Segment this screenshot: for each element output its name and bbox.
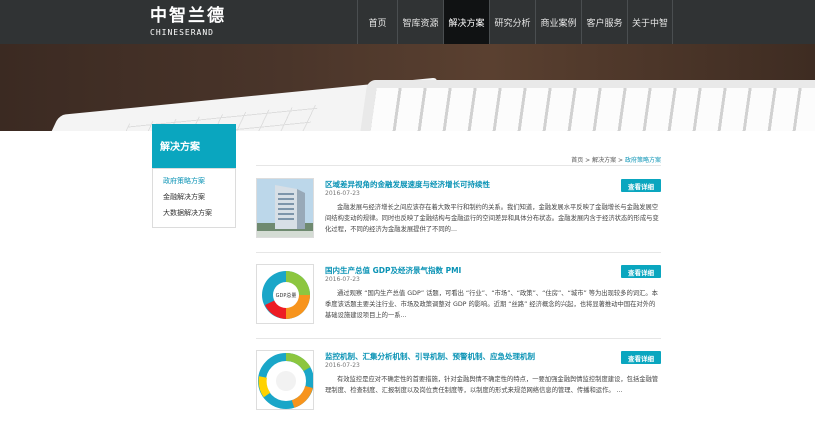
nav-research[interactable]: 研究分析 (489, 0, 535, 44)
divider (256, 165, 661, 166)
logo[interactable]: 中智兰德 CHINESERAND (150, 6, 226, 38)
article-title[interactable]: 监控机制、汇集分析机制、引导机制、预警机制、应急处理机制 (325, 351, 535, 362)
article-date: 2016-07-23 (325, 276, 360, 283)
divider (256, 252, 661, 253)
gdp-thumbnail-label: GDP总量 (276, 292, 297, 299)
nav-home[interactable]: 首页 (357, 0, 397, 44)
sidebar-menu: 政府策略方案 金融解决方案 大数据解决方案 (152, 168, 236, 228)
view-detail-button[interactable]: 查看详细 (621, 179, 661, 192)
article-item: 监控机制、汇集分析机制、引导机制、预警机制、应急处理机制 2016-07-23 … (256, 350, 661, 420)
article-item: GDP总量 国内生产总值 GDP及经济景气指数 PMI 2016-07-23 通… (256, 264, 661, 334)
breadcrumb: 首页 > 解决方案 > 政府策略方案 (571, 155, 661, 164)
nav-resources[interactable]: 智库资源 (397, 0, 443, 44)
breadcrumb-home[interactable]: 首页 (571, 157, 583, 164)
article-date: 2016-07-23 (325, 190, 360, 197)
breadcrumb-separator: > (585, 157, 591, 164)
article-summary: 通过观察 “国内生产总值 GDP” 话题，可看出 “行业”、“市场”、“政策”、… (325, 290, 658, 319)
top-bar: 中智兰德 CHINESERAND 首页 智库资源 解决方案 研究分析 商业案例 … (0, 0, 815, 44)
article-thumbnail-building[interactable] (256, 178, 314, 238)
sidebar-title: 解决方案 (152, 124, 236, 168)
breadcrumb-section[interactable]: 解决方案 (592, 157, 616, 164)
view-detail-button[interactable]: 查看详细 (621, 351, 661, 364)
main-nav: 首页 智库资源 解决方案 研究分析 商业案例 客户服务 关于中智 (357, 0, 673, 44)
nav-cases[interactable]: 商业案例 (535, 0, 581, 44)
logo-cn: 中智兰德 (150, 6, 226, 26)
keyboard-keys-illustration (367, 88, 815, 131)
sidebar-item-government[interactable]: 政府策略方案 (163, 176, 205, 186)
nav-service[interactable]: 客户服务 (581, 0, 627, 44)
article-thumbnail-mechanism[interactable] (256, 350, 314, 410)
article-title[interactable]: 国内生产总值 GDP及经济景气指数 PMI (325, 265, 461, 276)
nav-about[interactable]: 关于中智 (627, 0, 673, 44)
article-date: 2016-07-23 (325, 362, 360, 369)
sidebar-item-bigdata[interactable]: 大数据解决方案 (163, 208, 212, 218)
hero-banner (0, 44, 815, 131)
article-title[interactable]: 区域差异视角的金融发展速度与经济增长可持续性 (325, 179, 490, 190)
article-summary: 金融发展与经济增长之间应该存在着大致平行和制约的关系。我们知道，金融发展水平反映… (325, 204, 659, 233)
view-detail-button[interactable]: 查看详细 (621, 265, 661, 278)
breadcrumb-current: 政府策略方案 (624, 157, 661, 164)
divider (256, 338, 661, 339)
article-item: 区域差异视角的金融发展速度与经济增长可持续性 2016-07-23 金融发展与经… (256, 178, 661, 248)
article-summary: 有效监控是应对不确定性的首要措施，针对金融舆情不确定性的特点，一要加强金融舆情监… (325, 376, 659, 394)
article-thumbnail-gdp[interactable]: GDP总量 (256, 264, 314, 324)
logo-en: CHINESERAND (150, 28, 214, 37)
sidebar-item-finance[interactable]: 金融解决方案 (163, 192, 205, 202)
breadcrumb-separator: > (618, 157, 624, 164)
nav-solutions[interactable]: 解决方案 (443, 0, 489, 44)
